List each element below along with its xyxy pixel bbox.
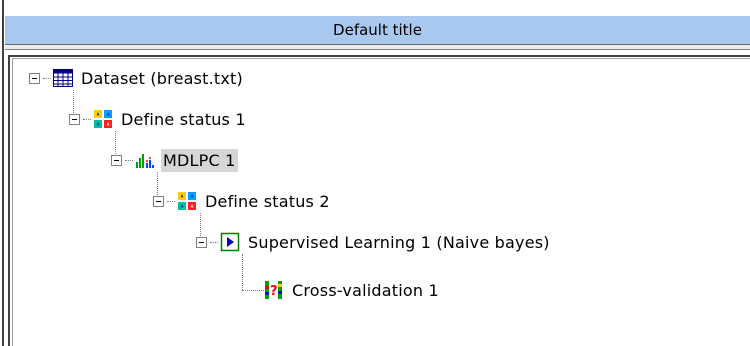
tree-node-label: Define status 2 [205,191,330,211]
tree-node-label: MDLPC 1 [161,148,238,172]
tree-node-label: Dataset (breast.txt) [81,68,243,88]
tree-node-dataset[interactable]: Dataset (breast.txt) [29,65,245,91]
tree-connector [210,241,218,243]
collapse-toggle[interactable] [196,236,207,248]
collapse-toggle[interactable] [111,154,122,166]
tree-node-label: Define status 1 [121,109,246,129]
supervised-learning-play-icon [220,232,240,252]
left-border [0,0,4,346]
tree-connector [83,118,91,120]
dataset-table-icon [53,68,73,88]
tree-node-label: Supervised Learning 1 (Naive bayes) [248,232,550,252]
collapse-toggle[interactable] [153,195,164,207]
tree-connector [242,290,264,291]
define-status-icon [93,109,113,129]
workspace-window: Default title Dataset (breast.txt) Defin… [0,0,750,346]
window-titlebar: Default title [5,15,750,45]
window-title: Default title [333,21,422,39]
tree-node-cross-validation-1[interactable]: ? Cross-validation 1 [264,277,441,303]
tree-view: Dataset (breast.txt) Define status 1 MDL… [12,58,750,346]
cross-validation-icon: ? [264,280,284,300]
svg-text:?: ? [270,284,278,299]
tree-node-define-status-2[interactable]: Define status 2 [153,188,332,214]
tree-node-mdlpc-1[interactable]: MDLPC 1 [111,147,238,173]
tree-connector [167,200,175,202]
title-separator [5,45,750,50]
tree-connector [43,77,51,79]
define-status-icon [177,191,197,211]
tree-connector [125,159,133,161]
collapse-toggle[interactable] [29,72,40,84]
tree-node-define-status-1[interactable]: Define status 1 [69,106,248,132]
discretization-chart-icon [135,150,155,170]
tree-connector [242,254,243,290]
tree-node-supervised-learning-1[interactable]: Supervised Learning 1 (Naive bayes) [196,229,552,255]
collapse-toggle[interactable] [69,113,80,125]
tree-node-label: Cross-validation 1 [292,280,439,300]
